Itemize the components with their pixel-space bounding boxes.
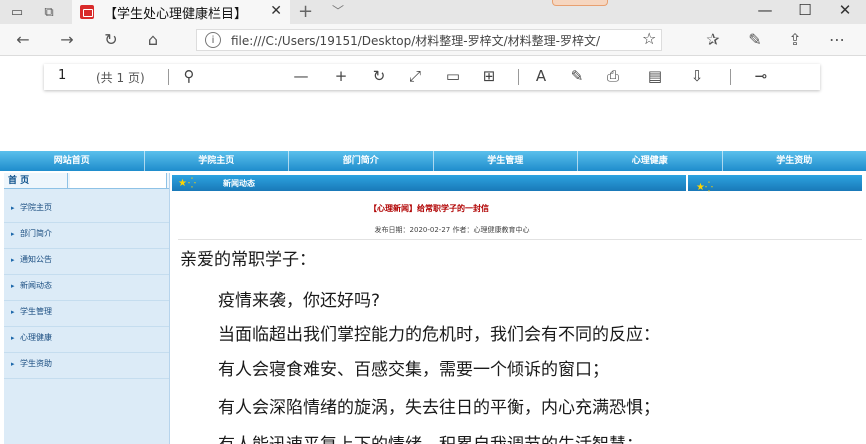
toolbar-divider: [730, 69, 731, 85]
site-nav-bar: 网站首页 学院主页 部门简介 学生管理 心理健康 学生资助: [0, 151, 866, 171]
minimize-button[interactable]: —: [750, 1, 780, 19]
sidebar-item-college[interactable]: 学院主页: [4, 197, 169, 223]
sidebar-item-department[interactable]: 部门简介: [4, 223, 169, 249]
nav-item-student-aid[interactable]: 学生资助: [723, 151, 866, 171]
address-bar[interactable]: i file:///C:/Users/19151/Desktop/材料整理-罗梓…: [196, 29, 662, 51]
close-window-button[interactable]: ✕: [830, 1, 860, 19]
news-section-header-right: ★⁛: [686, 175, 862, 193]
refresh-icon[interactable]: ↻: [100, 30, 122, 49]
sidebar-item-notices[interactable]: 通知公告: [4, 249, 169, 275]
forward-icon[interactable]: →: [56, 30, 78, 49]
sidebar-item-student-aid[interactable]: 学生资助: [4, 353, 169, 379]
tab-actions-icon[interactable]: ▭: [8, 3, 26, 21]
tab-title: 【学生处心理健康栏目】: [104, 6, 248, 22]
read-aloud-icon[interactable]: A: [530, 67, 552, 85]
draw-icon[interactable]: ✎: [566, 67, 588, 85]
new-tab-button[interactable]: +: [298, 1, 313, 22]
sidebar-header-blank: [70, 173, 167, 188]
pdf-icon: [80, 5, 94, 19]
save-icon[interactable]: ▤: [644, 67, 666, 85]
nav-item-college[interactable]: 学院主页: [145, 151, 289, 171]
toolbar-divider: [168, 69, 169, 85]
sidebar: 首 页 学院主页 部门简介 通知公告 新闻动态 学生管理 心理健康 学生资助: [4, 173, 170, 444]
address-toolbar: ← → ↻ ⌂ i file:///C:/Users/19151/Desktop…: [0, 24, 866, 56]
nav-item-student-management[interactable]: 学生管理: [434, 151, 578, 171]
nav-item-mental-health[interactable]: 心理健康: [578, 151, 723, 171]
page-number-input[interactable]: 1: [58, 68, 66, 83]
letter-paragraph: 当面临超出我们掌控能力的危机时，我们会有不同的反应：: [218, 325, 660, 345]
active-tab[interactable]: 【学生处心理健康栏目】 ✕: [72, 0, 290, 24]
tab-preview-indicator: [552, 0, 608, 6]
pen-notes-icon[interactable]: ✎: [744, 30, 766, 49]
search-icon[interactable]: ⚲: [178, 67, 200, 85]
star-decoration-icon: ★⁛: [696, 182, 713, 193]
news-section-header: ★⁛ 新闻动态: [172, 175, 686, 191]
letter-paragraph: 有人会寝食难安、百感交集，需要一个倾诉的窗口；: [218, 360, 609, 380]
back-icon[interactable]: ←: [12, 30, 34, 49]
sidebar-header: 首 页: [4, 173, 169, 189]
toolbar-divider: [518, 69, 519, 85]
rotate-icon[interactable]: ↻: [368, 67, 390, 85]
print-icon[interactable]: ⎙: [602, 67, 624, 85]
page-count-label: (共 1 页): [96, 71, 145, 85]
more-options-icon[interactable]: ⋯: [826, 30, 848, 49]
sidebar-item-mental-health[interactable]: 心理健康: [4, 327, 169, 353]
sidebar-item-student-management[interactable]: 学生管理: [4, 301, 169, 327]
home-icon[interactable]: ⌂: [142, 30, 164, 49]
page-view-icon[interactable]: ⊞: [478, 67, 500, 85]
sidebar-header-label[interactable]: 首 页: [4, 173, 68, 188]
letter-paragraph: 疫情来袭，你还好吗?: [218, 291, 381, 311]
letter-paragraph: 有人会深陷情绪的旋涡，失去往日的平衡，内心充满恐惧；: [218, 398, 660, 418]
nav-item-department[interactable]: 部门简介: [289, 151, 434, 171]
favorite-star-icon[interactable]: ☆: [642, 29, 656, 48]
article-meta: 发布日期：2020-02-27 作者：心理健康教育中心: [374, 226, 530, 234]
url-text[interactable]: file:///C:/Users/19151/Desktop/材料整理-罗梓文/…: [231, 32, 600, 49]
tabs-dropdown-icon[interactable]: ﹀: [332, 2, 344, 19]
nav-item-home[interactable]: 网站首页: [0, 151, 145, 171]
letter-salutation: 亲爱的常职学子：: [180, 250, 316, 270]
fit-width-icon[interactable]: ▭: [442, 67, 464, 85]
maximize-button[interactable]: ☐: [790, 1, 820, 19]
set-aside-tabs-icon[interactable]: ⧉: [40, 3, 58, 21]
zoom-in-icon[interactable]: +: [330, 67, 352, 85]
share-icon[interactable]: ⇪: [784, 30, 806, 49]
letter-paragraph: 有人能迅速平复上下的情绪，积累自我调节的生活智慧；: [218, 430, 643, 444]
zoom-out-icon[interactable]: —: [290, 67, 312, 85]
pin-toolbar-icon[interactable]: ⊸: [750, 67, 772, 85]
news-section-label: 新闻动态: [222, 178, 255, 188]
fit-to-page-icon[interactable]: ⤢: [404, 67, 426, 85]
article-title: 【心理新闻】给常职学子的一封信: [369, 204, 489, 213]
pdf-toolbar: 1 (共 1 页) ⚲ — + ↻ ⤢ ▭ ⊞ A ✎ ⎙ ▤ ⇩ ⊸: [44, 64, 820, 90]
info-icon[interactable]: i: [205, 32, 221, 48]
sidebar-menu: 学院主页 部门简介 通知公告 新闻动态 学生管理 心理健康 学生资助: [4, 197, 169, 379]
sidebar-item-news[interactable]: 新闻动态: [4, 275, 169, 301]
save-as-icon[interactable]: ⇩: [686, 67, 708, 85]
article-divider: [178, 239, 862, 240]
star-decoration-icon: ★⁛: [178, 177, 197, 189]
browser-titlebar: ▭ ⧉ 【学生处心理健康栏目】 ✕ + ﹀ — ☐ ✕: [0, 0, 866, 24]
favorites-list-icon[interactable]: ✰: [702, 30, 724, 49]
tab-close-icon[interactable]: ✕: [270, 3, 282, 19]
